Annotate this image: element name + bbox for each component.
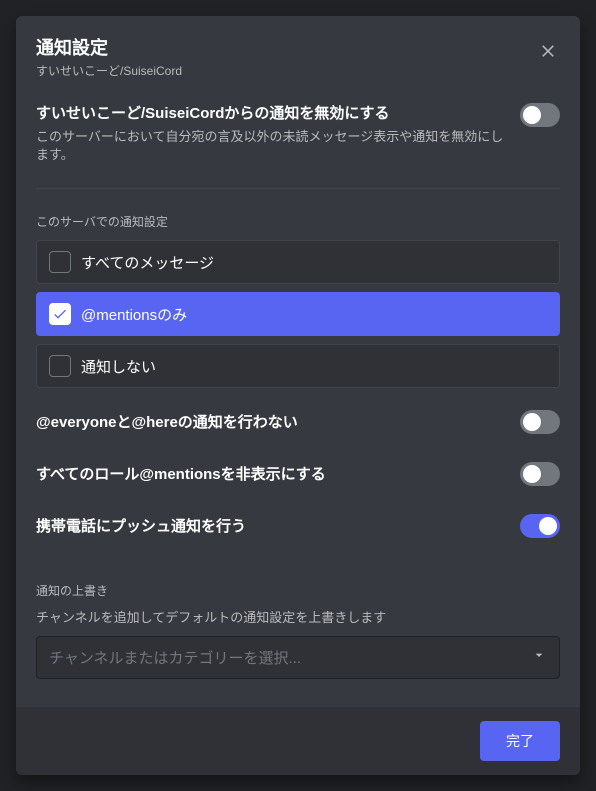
overrides-desc: チャンネルを追加してデフォルトの通知設定を上書きします xyxy=(36,609,560,627)
mobile-push-toggle[interactable] xyxy=(520,514,560,538)
suppress-roles-label: すべてのロール@mentionsを非表示にする xyxy=(36,464,326,485)
toggle-knob xyxy=(523,106,541,124)
suppress-everyone-row: @everyoneと@hereの通知を行わない xyxy=(36,396,560,448)
check-icon xyxy=(52,306,68,322)
checkbox-icon xyxy=(49,355,71,377)
modal-header: 通知設定 すいせいこーど/SuiseiCord xyxy=(16,16,580,91)
mute-server-toggle[interactable] xyxy=(520,103,560,127)
mute-server-title: すいせいこーど/SuiseiCordからの通知を無効にする xyxy=(36,103,508,124)
channel-override-select[interactable]: チャンネルまたはカテゴリーを選択... xyxy=(36,636,560,679)
radio-nothing[interactable]: 通知しない xyxy=(36,344,560,388)
suppress-roles-row: すべてのロール@mentionsを非表示にする xyxy=(36,448,560,500)
server-notification-section-label: このサーバでの通知設定 xyxy=(36,213,560,230)
radio-mentions-only[interactable]: @mentionsのみ xyxy=(36,292,560,336)
mobile-push-label: 携帯電話にプッシュ通知を行う xyxy=(36,516,246,537)
suppress-everyone-label: @everyoneと@hereの通知を行わない xyxy=(36,412,298,433)
close-button[interactable] xyxy=(536,38,560,62)
checkbox-icon xyxy=(49,251,71,273)
mobile-push-row: 携帯電話にプッシュ通知を行う xyxy=(36,500,560,552)
modal-body: すいせいこーど/SuiseiCordからの通知を無効にする このサーバーにおいて… xyxy=(16,91,580,707)
modal-title: 通知設定 xyxy=(36,34,560,60)
toggle-knob xyxy=(523,413,541,431)
select-placeholder: チャンネルまたはカテゴリーを選択... xyxy=(49,647,301,668)
radio-label: 通知しない xyxy=(81,356,156,377)
modal-subtitle: すいせいこーど/SuiseiCord xyxy=(36,62,560,79)
checkbox-icon xyxy=(49,303,71,325)
chevron-down-icon xyxy=(531,647,547,668)
notification-settings-modal: 通知設定 すいせいこーど/SuiseiCord すいせいこーど/SuiseiCo… xyxy=(16,16,580,775)
divider xyxy=(36,188,560,189)
mute-server-row: すいせいこーど/SuiseiCordからの通知を無効にする このサーバーにおいて… xyxy=(36,99,560,180)
toggle-knob xyxy=(523,465,541,483)
modal-footer: 完了 xyxy=(16,707,580,775)
radio-all-messages[interactable]: すべてのメッセージ xyxy=(36,240,560,284)
radio-label: すべてのメッセージ xyxy=(81,252,214,273)
overrides-section-label: 通知の上書き xyxy=(36,582,560,599)
close-icon xyxy=(539,41,557,59)
suppress-roles-toggle[interactable] xyxy=(520,462,560,486)
mute-server-desc: このサーバーにおいて自分宛の言及以外の未読メッセージ表示や通知を無効にします。 xyxy=(36,128,508,164)
suppress-everyone-toggle[interactable] xyxy=(520,410,560,434)
radio-label: @mentionsのみ xyxy=(81,304,187,325)
toggle-knob xyxy=(539,517,557,535)
done-button[interactable]: 完了 xyxy=(480,721,560,761)
